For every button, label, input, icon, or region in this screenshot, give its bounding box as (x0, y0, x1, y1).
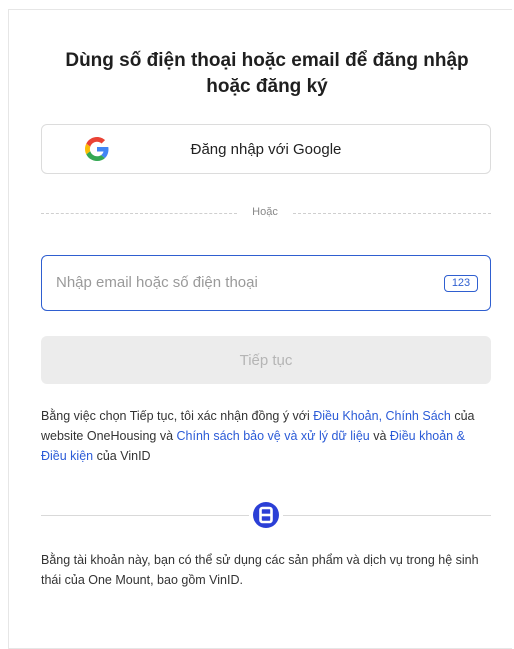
terms-suffix: của VinID (93, 449, 151, 463)
terms-prefix: Bằng việc chọn Tiếp tục, tôi xác nhận đồ… (41, 409, 314, 423)
google-login-button[interactable]: Đăng nhập với Google (41, 124, 491, 174)
brand-separator (41, 502, 491, 528)
ecosystem-note: Bằng tài khoản này, bạn có thể sử dụng c… (41, 553, 479, 587)
separator-line-right (283, 515, 491, 516)
separator-line-left (41, 515, 249, 516)
divider-line-right (293, 213, 491, 214)
one-mount-logo-icon (253, 502, 279, 528)
divider-text: Hoặc (252, 206, 278, 218)
continue-button[interactable]: Tiếp tục (41, 336, 491, 384)
terms-mid2: và (369, 429, 390, 443)
divider-line-left (41, 213, 237, 214)
or-divider: Hoặc (41, 206, 491, 222)
google-login-label: Đăng nhập với Google (190, 141, 342, 158)
privacy-policy-link[interactable]: Chính sách bảo vệ và xử lý dữ liệu (177, 429, 370, 443)
terms-text: Bằng việc chọn Tiếp tục, tôi xác nhận đồ… (41, 406, 493, 466)
numeric-keyboard-icon[interactable]: 123 (444, 275, 478, 292)
login-card: Dùng số điện thoại hoặc email để đăng nh… (8, 9, 512, 649)
identifier-field: 123 (41, 255, 491, 311)
terms-link-onehousing[interactable]: Điều Khoản, Chính Sách (313, 409, 451, 423)
page-title: Dùng số điện thoại hoặc email để đăng nh… (65, 50, 469, 97)
email-phone-input[interactable] (56, 256, 426, 309)
